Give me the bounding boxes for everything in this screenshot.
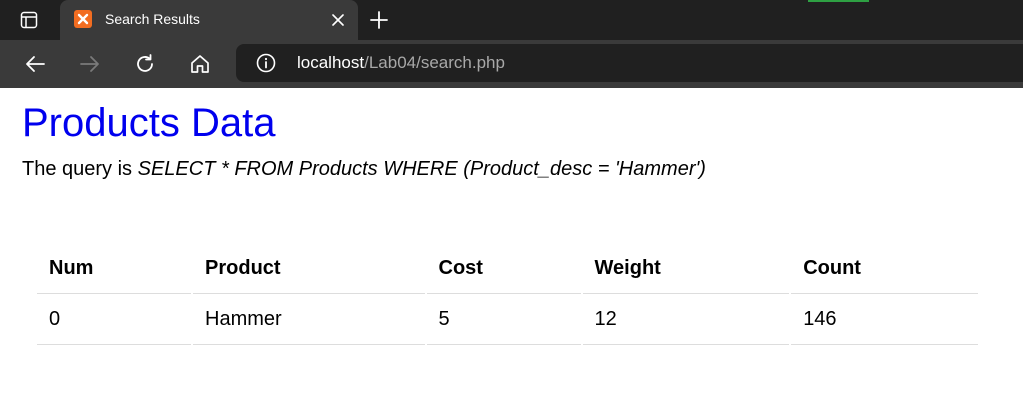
address-bar[interactable]: localhost/Lab04/search.php (236, 44, 1023, 82)
plus-icon[interactable] (368, 9, 390, 31)
close-icon[interactable] (330, 12, 346, 28)
query-prefix: The query is (22, 158, 133, 180)
tab-title: Search Results (105, 11, 200, 27)
column-header-cost: Cost (426, 243, 581, 294)
url-host: localhost (297, 53, 365, 72)
query-text: SELECT * FROM Products WHERE (Product_de… (137, 158, 706, 180)
table-row: 0 Hammer 5 12 146 (37, 294, 978, 345)
url-text[interactable]: localhost/Lab04/search.php (297, 53, 505, 73)
tab-actions-icon[interactable] (10, 8, 48, 32)
back-arrow-icon[interactable] (23, 52, 47, 76)
column-header-weight: Weight (582, 243, 790, 294)
cell-count: 146 (791, 294, 978, 345)
cell-product: Hammer (193, 294, 425, 345)
tab-strip: Search Results (0, 0, 1023, 40)
column-header-count: Count (791, 243, 978, 294)
info-icon[interactable] (256, 53, 276, 73)
cell-cost: 5 (426, 294, 581, 345)
active-tab[interactable]: Search Results (60, 0, 358, 40)
window-accent-strip (808, 0, 869, 2)
table-header-row: Num Product Cost Weight Count (37, 243, 978, 294)
page-title: Products Data (22, 101, 276, 145)
refresh-icon[interactable] (133, 52, 157, 76)
xampp-logo-icon (74, 10, 92, 28)
url-path: /Lab04/search.php (364, 53, 505, 72)
column-header-num: Num (37, 243, 192, 294)
results-table: Num Product Cost Weight Count 0 Hammer 5… (35, 243, 980, 345)
cell-num: 0 (37, 294, 192, 345)
column-header-product: Product (193, 243, 425, 294)
home-icon[interactable] (188, 52, 212, 76)
query-line: The query is SELECT * FROM Products WHER… (22, 158, 706, 181)
cell-weight: 12 (582, 294, 790, 345)
forward-arrow-icon[interactable] (78, 52, 102, 76)
